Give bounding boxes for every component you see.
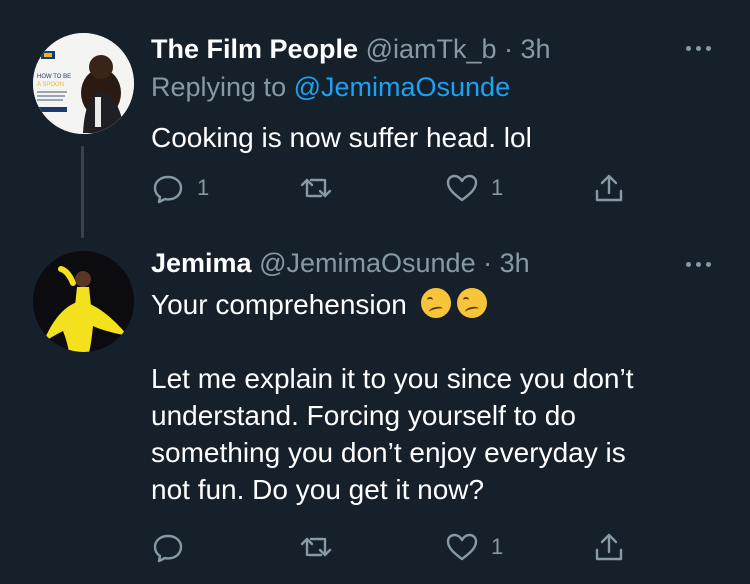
- avatar-film-people[interactable]: HOW TO BE A SPOON: [33, 33, 134, 134]
- tweet2-share-button[interactable]: [592, 527, 626, 567]
- tweet2-text-para2-line3: something you don’t enjoy everyday is: [151, 437, 626, 468]
- retweet-icon: [300, 178, 332, 198]
- tweet1-header: The Film People @iamTk_b · 3h: [151, 34, 551, 65]
- thread-connector-line: [81, 146, 84, 238]
- tweet1-action-bar: 1 1: [151, 168, 631, 208]
- tweet2-text-para2-line4: not fun. Do you get it now?: [151, 474, 485, 505]
- tweet2-timestamp[interactable]: · 3h: [483, 248, 530, 278]
- tweet1-retweet-button[interactable]: [299, 168, 333, 208]
- heart-icon: [446, 174, 478, 202]
- replying-to-mention[interactable]: @JemimaOsunde: [294, 72, 511, 102]
- tweet2-text-line1: Your comprehension: [151, 286, 634, 323]
- tweet-jemima[interactable]: Jemima @JemimaOsunde · 3h Your comprehen…: [0, 240, 750, 584]
- tweet1-like-count: 1: [491, 175, 504, 200]
- reply-icon: [153, 175, 183, 204]
- tweet1-timestamp[interactable]: · 3h: [504, 34, 551, 64]
- svg-text:HOW TO BE: HOW TO BE: [37, 74, 71, 80]
- confused-face-emoji-1: [420, 288, 451, 318]
- tweet1-reply-button[interactable]: 1: [151, 168, 209, 208]
- tweet1-share-button[interactable]: [592, 168, 626, 208]
- tweet1-more-icon[interactable]: [678, 38, 718, 58]
- tweet2-retweet-button[interactable]: [299, 527, 333, 567]
- tweet2-text-para2-line1: Let me explain it to you since you don’t: [151, 363, 634, 394]
- tweet2-header: Jemima @JemimaOsunde · 3h: [151, 248, 530, 279]
- share-icon: [595, 533, 623, 561]
- avatar-jemima[interactable]: [33, 251, 134, 352]
- avatar-film-people-image: HOW TO BE A SPOON: [33, 33, 134, 134]
- share-icon: [595, 174, 623, 202]
- tweet1-text: Cooking is now suffer head. lol: [151, 122, 532, 153]
- tweet1-like-button[interactable]: 1: [445, 168, 503, 208]
- tweet2-like-count: 1: [491, 534, 504, 559]
- retweet-icon: [300, 537, 332, 557]
- reply-icon: [153, 534, 183, 563]
- tweet2-reply-button[interactable]: [151, 527, 185, 567]
- svg-text:A SPOON: A SPOON: [37, 82, 64, 88]
- replying-to-label: Replying to: [151, 72, 294, 102]
- tweet2-handle[interactable]: @JemimaOsunde: [259, 248, 476, 278]
- tweet1-handle[interactable]: @iamTk_b: [366, 34, 497, 64]
- tweet2-text: Your comprehension Let me explain it to …: [151, 286, 634, 508]
- tweet2-action-bar: 1: [151, 527, 631, 567]
- tweet1-reply-count: 1: [197, 175, 210, 200]
- tweet1-display-name[interactable]: The Film People: [151, 34, 358, 64]
- heart-icon: [446, 533, 478, 561]
- avatar-jemima-image: [33, 251, 134, 352]
- tweet-film-people[interactable]: HOW TO BE A SPOON The Film People @iamTk…: [0, 0, 750, 240]
- tweet2-like-button[interactable]: 1: [445, 527, 503, 567]
- tweet1-replying-to: Replying to @JemimaOsunde: [151, 72, 510, 103]
- tweet2-more-icon[interactable]: [678, 254, 718, 274]
- confused-face-emoji-2: [456, 288, 487, 318]
- tweet2-display-name[interactable]: Jemima: [151, 248, 252, 278]
- tweet2-text-para2-line2: understand. Forcing yourself to do: [151, 400, 576, 431]
